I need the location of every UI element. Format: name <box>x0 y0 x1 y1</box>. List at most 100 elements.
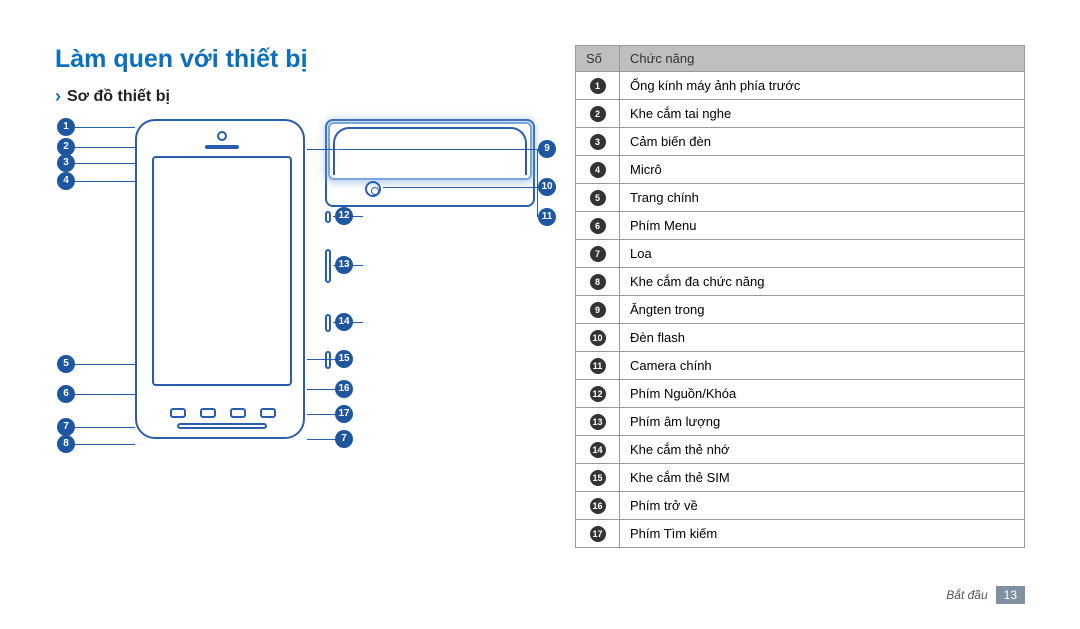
callout-badge: 15 <box>335 350 353 368</box>
callout-badge: 1 <box>57 118 75 136</box>
leader-line <box>75 147 135 148</box>
callout-badge: 13 <box>335 256 353 274</box>
table-row: 6 Phím Menu <box>576 212 1025 240</box>
table-cell-num: 8 <box>576 268 620 296</box>
leader-line <box>307 439 337 440</box>
subtitle: Sơ đồ thiết bị <box>67 88 170 106</box>
callout-badge: 6 <box>57 385 75 403</box>
leader-line <box>307 359 337 360</box>
side-slot <box>325 314 331 332</box>
table-cell-func: Ăngten trong <box>620 296 1025 324</box>
number-badge: 12 <box>590 386 606 402</box>
table-cell-num: 10 <box>576 324 620 352</box>
table-row: 8Khe cắm đa chức năng <box>576 268 1025 296</box>
table-cell-num: 5 <box>576 184 620 212</box>
front-camera-dot <box>217 131 227 141</box>
speaker-bar <box>177 423 267 429</box>
leader-line <box>75 163 135 164</box>
table-cell-num: 6 <box>576 212 620 240</box>
table-cell-func: Phím Menu <box>620 212 1025 240</box>
leader-line <box>75 444 135 445</box>
table-cell-func: Khe cắm đa chức năng <box>620 268 1025 296</box>
table-cell-func: Phím Nguồn/Khóa <box>620 380 1025 408</box>
number-badge: 10 <box>590 330 606 346</box>
number-badge: 16 <box>590 498 606 514</box>
number-badge: 9 <box>590 302 606 318</box>
table-row: 11Camera chính <box>576 352 1025 380</box>
table-cell-func: Khe cắm tai nghe <box>620 100 1025 128</box>
leader-line <box>75 394 135 395</box>
leader-line <box>75 364 135 365</box>
callout-badge: 3 <box>57 154 75 172</box>
table-row: 10 Đèn flash <box>576 324 1025 352</box>
subtitle-row: › Sơ đồ thiết bị <box>55 86 535 107</box>
number-badge: 11 <box>590 358 606 374</box>
hard-button <box>260 408 276 418</box>
table-cell-num: 13 <box>576 408 620 436</box>
hard-button <box>200 408 216 418</box>
table-cell-func: Cảm biến đèn <box>620 128 1025 156</box>
callout-badge: 4 <box>57 172 75 190</box>
table-row: 9 Ăngten trong <box>576 296 1025 324</box>
side-button <box>325 249 331 283</box>
page-footer: Bắt đầu 13 <box>946 586 1025 604</box>
footer-section: Bắt đầu <box>946 588 987 602</box>
number-badge: 13 <box>590 414 606 430</box>
table-cell-num: 4 <box>576 156 620 184</box>
table-row: 17Phím Tìm kiếm <box>576 520 1025 548</box>
leader-line <box>383 187 537 188</box>
page-number: 13 <box>996 586 1025 604</box>
left-column: Làm quen với thiết bị › Sơ đồ thiết bị <box>55 45 535 609</box>
right-column: Số Chức năng 1Ống kính máy ảnh phía trướ… <box>575 45 1025 609</box>
callout-badge: 7 <box>335 430 353 448</box>
table-cell-num: 15 <box>576 464 620 492</box>
table-cell-func: Phím âm lượng <box>620 408 1025 436</box>
table-row: 4Micrô <box>576 156 1025 184</box>
table-cell-func: Khe cắm thẻ SIM <box>620 464 1025 492</box>
table-cell-func: Loa <box>620 240 1025 268</box>
page-heading: Làm quen với thiết bị <box>55 45 535 74</box>
callout-badge: 16 <box>335 380 353 398</box>
earpiece-slot <box>205 145 239 149</box>
table-cell-num: 17 <box>576 520 620 548</box>
table-cell-func: Trang chính <box>620 184 1025 212</box>
leader-line <box>75 181 135 182</box>
leader-line <box>338 149 537 150</box>
table-row: 13 Phím âm lượng <box>576 408 1025 436</box>
side-button <box>325 211 331 223</box>
number-badge: 4 <box>590 162 606 178</box>
table-cell-func: Ống kính máy ảnh phía trước <box>620 72 1025 100</box>
table-cell-num: 2 <box>576 100 620 128</box>
side-slot <box>325 351 331 369</box>
table-cell-num: 14 <box>576 436 620 464</box>
hard-button <box>170 408 186 418</box>
table-row: 16 Phím trở về <box>576 492 1025 520</box>
callout-badge: 17 <box>335 405 353 423</box>
table-row: 5 Trang chính <box>576 184 1025 212</box>
table-cell-num: 7 <box>576 240 620 268</box>
table-cell-num: 11 <box>576 352 620 380</box>
callout-badge: 8 <box>57 435 75 453</box>
number-badge: 3 <box>590 134 606 150</box>
table-cell-func: Phím trở về <box>620 492 1025 520</box>
callout-badge: 11 <box>538 208 556 226</box>
callout-badge: 10 <box>538 178 556 196</box>
table-cell-num: 1 <box>576 72 620 100</box>
number-badge: 14 <box>590 442 606 458</box>
number-badge: 15 <box>590 470 606 486</box>
number-badge: 1 <box>590 78 606 94</box>
number-badge: 5 <box>590 190 606 206</box>
callout-badge: 12 <box>335 207 353 225</box>
number-badge: 2 <box>590 106 606 122</box>
table-cell-func: Đèn flash <box>620 324 1025 352</box>
table-cell-num: 12 <box>576 380 620 408</box>
table-cell-func: Khe cắm thẻ nhớ <box>620 436 1025 464</box>
rear-camera-icon <box>365 181 381 197</box>
document-page: Làm quen với thiết bị › Sơ đồ thiết bị <box>0 0 1080 629</box>
table-row: 15 Khe cắm thẻ SIM <box>576 464 1025 492</box>
table-row: 12 Phím Nguồn/Khóa <box>576 380 1025 408</box>
table-header-num: Số <box>576 46 620 72</box>
number-badge: 6 <box>590 218 606 234</box>
table-cell-num: 3 <box>576 128 620 156</box>
table-row: 7Loa <box>576 240 1025 268</box>
